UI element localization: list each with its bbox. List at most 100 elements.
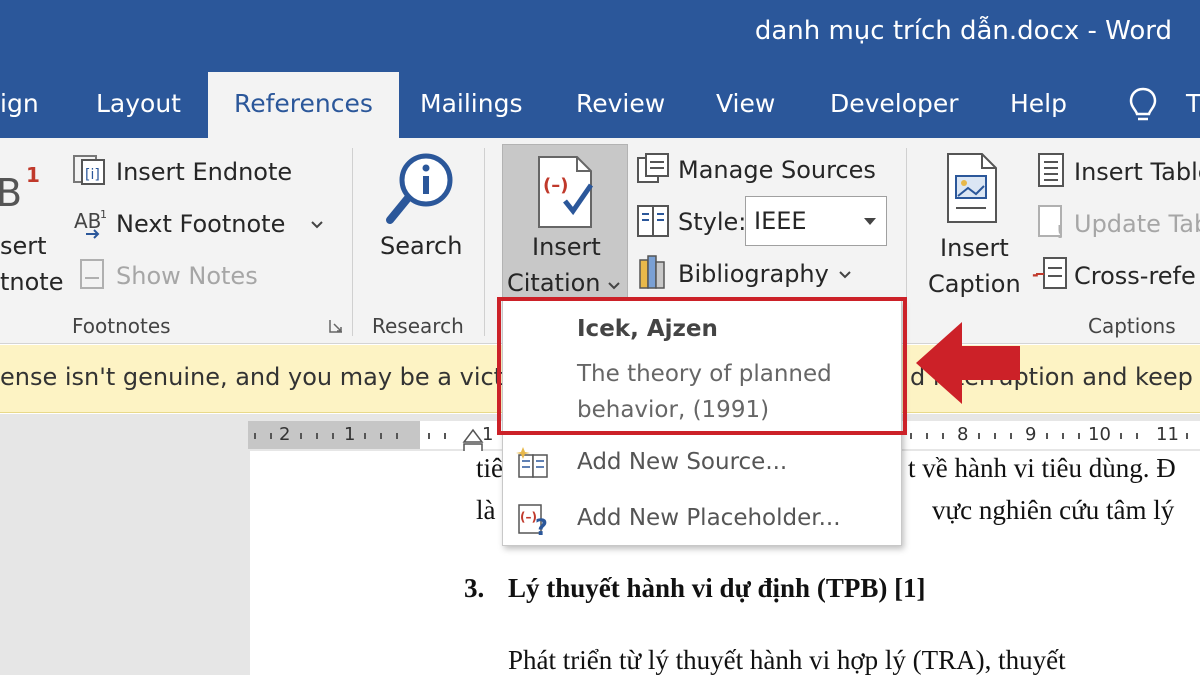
ruler-tick [1010,433,1012,439]
ruler-tick [270,433,272,439]
ruler-number: 8 [957,424,969,445]
ruler-number: 2 [279,424,291,445]
svg-text:[i]: [i] [85,167,100,183]
ruler-tick [316,433,318,439]
svg-text:!: ! [1056,222,1064,240]
ruler-tick [444,433,446,439]
doc-paragraph: Phát triển từ lý thuyết hành vi hợp lý (… [508,645,1066,675]
svg-text:AB: AB [74,209,101,233]
dialog-launcher-icon[interactable] [328,318,344,334]
citation-style-value: IEEE [754,207,807,235]
ruler-number: 1 [344,424,356,445]
doc-line-1-left: tiê [476,453,503,483]
ruler-tick [364,433,366,439]
captions-group-label: Captions [1088,314,1176,338]
ruler-tick [910,433,912,439]
tab-design[interactable]: ign [0,89,39,118]
citation-style-select[interactable]: IEEE [745,196,887,246]
insert-citation-icon: (–) [538,156,594,228]
tab-mailings[interactable]: Mailings [420,89,522,118]
ruler-number: 11 [1156,424,1179,445]
tab-tell-me[interactable]: T [1186,89,1200,118]
ruler-tick [1120,433,1122,439]
insert-citation-label-1: Insert [532,233,601,261]
lightbulb-icon[interactable] [1128,86,1158,126]
tab-review[interactable]: Review [576,89,665,118]
chevron-down-icon [608,282,620,290]
svg-text:1: 1 [26,163,40,187]
insert-endnote-label: Insert Endnote [116,158,293,186]
svg-text:B: B [0,171,22,214]
search-icon [386,153,453,224]
ruler-tick [978,433,980,439]
bibliography-icon [639,255,665,289]
insert-caption-label-1: Insert [940,234,1009,262]
ruler-tick [300,433,302,439]
endnote-icon: [i] [73,155,105,185]
ruler-tick [1062,433,1064,439]
ribbon-separator [484,148,485,336]
tab-help[interactable]: Help [1010,89,1067,118]
tab-layout[interactable]: Layout [96,89,181,118]
ruler-tick [942,433,944,439]
ruler-tick [1078,433,1080,439]
update-table-label: Update Tab [1074,210,1200,238]
ruler-number: 9 [1025,424,1037,445]
manage-sources-icon [637,153,669,183]
insert-citation-button[interactable]: (–) Insert Citation [502,144,628,300]
ruler-tick [396,433,398,439]
insert-caption-label-2: Caption [928,270,1021,298]
chevron-down-icon[interactable] [310,220,324,230]
ruler-number: 10 [1088,424,1111,445]
dropdown-arrow-icon [864,218,876,225]
add-new-placeholder-item[interactable]: (–) ? Add New Placeholder... [503,493,903,547]
svg-text:?: ? [535,516,548,539]
add-new-source-label: Add New Source... [577,449,788,475]
ribbon-tab-row: ign Layout References Mailings Review Vi… [0,72,1200,138]
footnote-icon: B 1 [0,163,40,214]
show-notes-icon [80,259,104,289]
svg-text:(–): (–) [543,175,568,196]
ruler-tick [1046,433,1048,439]
cross-reference-label: Cross-refe [1074,262,1196,290]
footnotes-group-label: Footnotes [72,314,171,338]
title-bar: danh mục trích dẫn.docx - Word [0,0,1200,72]
next-footnote-label: Next Footnote [116,210,286,238]
insert-citation-label-2: Citation [507,269,601,297]
cross-reference-icon: - [1032,257,1067,289]
research-group-label: Research [372,314,464,338]
window-title: danh mục trích dẫn.docx - Word [754,16,1172,46]
insert-caption-icon [947,153,997,223]
svg-text:1: 1 [100,208,107,221]
tab-references[interactable]: References [208,72,399,138]
style-label: Style: [678,208,747,236]
tab-view[interactable]: View [716,89,775,118]
manage-sources-label: Manage Sources [678,156,876,184]
add-new-placeholder-label: Add New Placeholder... [577,505,841,531]
ribbon-separator [352,148,353,336]
ruler-margin [248,421,420,449]
insert-table-label: Insert Table [1074,158,1200,186]
add-new-source-item[interactable]: Add New Source... [503,437,903,491]
ruler-tick [1186,433,1188,439]
doc-line-2-right: vực nghiên cứu tâm lý [932,495,1175,525]
style-icon [637,205,669,237]
add-placeholder-icon: (–) ? [518,504,548,539]
heading-number: 3. [464,573,485,603]
next-footnote-icon: AB 1 [74,208,107,239]
add-source-icon [516,447,548,478]
insert-footnote-label-1: sert [0,232,47,260]
section-heading: Lý thuyết hành vi dự định (TPB) [1] [508,573,926,603]
bibliography-label: Bibliography [678,260,829,288]
tab-developer[interactable]: Developer [830,89,959,118]
chevron-down-icon [839,271,851,279]
show-notes-label: Show Notes [116,262,258,290]
ruler-tick [380,433,382,439]
doc-line-1-right: t về hành vi tiêu dùng. Đ [908,453,1176,483]
ruler-number: 1 [482,424,494,445]
search-label: Search [380,232,463,260]
ruler-tick [1136,433,1138,439]
update-table-icon: ! [1038,205,1064,240]
citation-highlight-box [497,297,907,435]
warning-text-left: ense isn't genuine, and you may be a vic… [0,363,534,391]
